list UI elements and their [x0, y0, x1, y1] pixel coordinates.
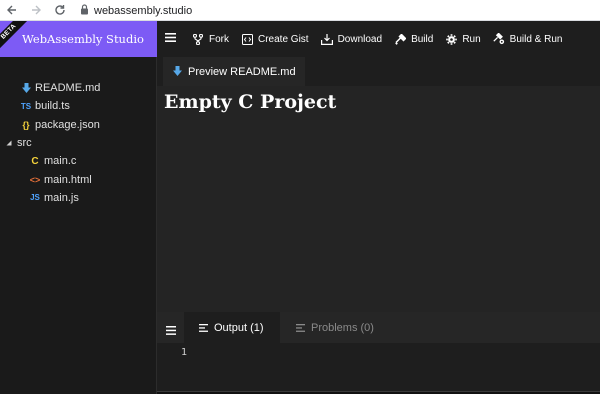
reload-icon[interactable] [52, 2, 68, 18]
output-console[interactable]: 1 [157, 343, 600, 392]
back-icon[interactable] [4, 2, 20, 18]
tree-item-label: build.ts [35, 100, 70, 113]
build-button[interactable]: Build [388, 21, 439, 57]
fork-button[interactable]: Fork [186, 21, 235, 57]
address-bar[interactable]: webassembly.studio [80, 2, 192, 19]
output-panel-header: Output (1) Problems (0) [157, 312, 600, 343]
json-icon: {} [22, 119, 30, 130]
tree-item-label: main.js [44, 191, 79, 204]
problems-icon [296, 323, 305, 332]
output-icon [199, 323, 208, 332]
forward-icon[interactable] [28, 2, 44, 18]
code-icon [241, 33, 253, 45]
tree-item-package-json[interactable]: {} package.json [0, 116, 157, 134]
tree-item-build-ts[interactable]: TS build.ts [0, 97, 157, 115]
sidebar: BETA WebAssembly Studio README.md TS bui… [0, 21, 157, 394]
fork-icon [192, 33, 204, 45]
run-button[interactable]: Run [439, 21, 486, 57]
file-tree: README.md TS build.ts {} package.json sr… [0, 79, 157, 207]
tree-item-main-js[interactable]: JS main.js [0, 189, 157, 207]
tab-label: Preview README.md [188, 65, 296, 78]
markdown-icon [20, 83, 32, 94]
build-icon [394, 33, 406, 45]
c-file-icon: C [31, 155, 39, 167]
markdown-icon [173, 63, 182, 81]
tree-item-label: main.c [44, 155, 77, 168]
tab-problems-label: Problems (0) [311, 321, 374, 334]
menu-icon [165, 33, 176, 45]
main-toolbar: Fork Create Gist Download Build Run Buil… [157, 21, 600, 57]
url-text: webassembly.studio [94, 4, 193, 17]
build-and-run-label: Build & Run [509, 33, 563, 45]
fork-label: Fork [209, 33, 229, 45]
app-window: BETA WebAssembly Studio README.md TS bui… [0, 21, 600, 394]
tree-item-main-html[interactable]: <> main.html [0, 170, 157, 188]
build-run-icon [493, 33, 505, 45]
menu-icon [166, 322, 176, 339]
download-button[interactable]: Download [315, 21, 388, 57]
brand-title: WebAssembly Studio [22, 32, 144, 46]
hamburger-menu-button[interactable] [157, 21, 186, 57]
download-icon [320, 33, 333, 45]
brand-header[interactable]: BETA WebAssembly Studio [0, 21, 157, 57]
tab-output[interactable]: Output (1) [184, 312, 280, 343]
tree-item-main-c[interactable]: C main.c [0, 152, 157, 170]
typescript-icon: TS [20, 101, 32, 111]
tree-item-label: package.json [35, 118, 100, 131]
tree-folder-src[interactable]: src [0, 134, 157, 152]
create-gist-button[interactable]: Create Gist [235, 21, 315, 57]
js-file-icon: JS [30, 193, 40, 203]
gear-icon [445, 33, 457, 45]
download-label: Download [337, 33, 383, 45]
tab-preview-readme[interactable]: Preview README.md [163, 57, 305, 86]
markdown-preview: Empty C Project [157, 86, 600, 312]
editor-tabs: Preview README.md [157, 57, 600, 86]
panel-menu-button[interactable] [166, 322, 176, 340]
lock-icon [80, 2, 89, 20]
html-file-icon: <> [29, 174, 41, 185]
create-gist-label: Create Gist [258, 33, 309, 45]
build-and-run-button[interactable]: Build & Run [487, 21, 569, 57]
browser-toolbar: webassembly.studio [0, 0, 600, 21]
tab-problems[interactable]: Problems (0) [292, 312, 374, 343]
tab-output-label: Output (1) [214, 321, 264, 334]
build-label: Build [411, 33, 434, 45]
tree-folder-label: src [17, 137, 32, 150]
preview-heading: Empty C Project [164, 91, 337, 113]
tree-item-label: README.md [35, 82, 101, 95]
run-label: Run [462, 33, 481, 45]
line-number: 1 [181, 347, 188, 358]
tree-item-label: main.html [44, 173, 92, 186]
caret-down-icon[interactable] [4, 140, 13, 146]
tree-item-readme[interactable]: README.md [0, 79, 157, 97]
